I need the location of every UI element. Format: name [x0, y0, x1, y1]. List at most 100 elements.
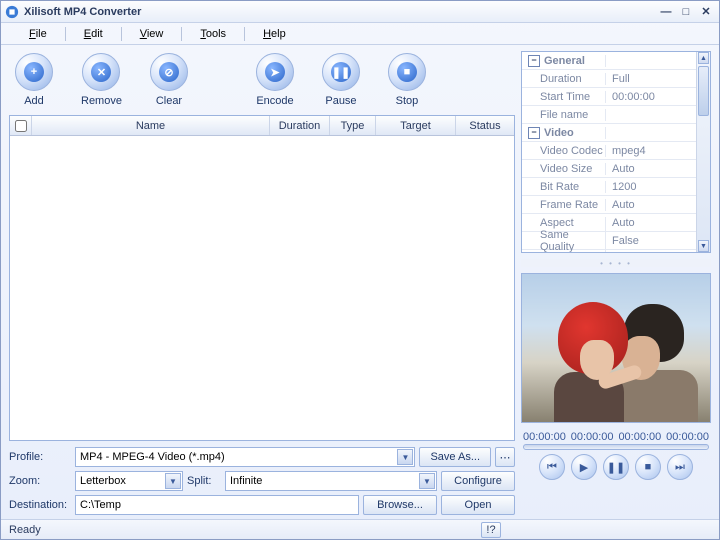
- menu-edit[interactable]: Edit: [74, 26, 113, 42]
- split-select[interactable]: Infinite▼: [225, 471, 437, 491]
- minimize-button[interactable]: —: [657, 5, 675, 19]
- time-1: 00:00:00: [571, 431, 614, 443]
- scrollbar-thumb[interactable]: [698, 66, 709, 116]
- menu-file[interactable]: File: [19, 26, 57, 42]
- menu-help[interactable]: Help: [253, 26, 296, 42]
- stop-icon: ■: [645, 461, 652, 473]
- prev-button[interactable]: ⏮: [539, 454, 565, 480]
- profile-label: Profile:: [9, 451, 71, 463]
- properties-panel: −General DurationFull Start Time00:00:00…: [521, 51, 711, 253]
- stop-icon: ■: [404, 66, 411, 78]
- stop-preview-button[interactable]: ■: [635, 454, 661, 480]
- add-button[interactable]: +Add: [15, 53, 53, 107]
- pause-preview-button[interactable]: ❚❚: [603, 454, 629, 480]
- menu-tools[interactable]: Tools: [190, 26, 236, 42]
- menu-separator: [121, 27, 122, 41]
- col-status[interactable]: Status: [456, 116, 514, 135]
- time-ruler: 00:00:00 00:00:00 00:00:00 00:00:00: [521, 429, 711, 443]
- save-as-button[interactable]: Save As...: [419, 447, 491, 467]
- stop-button[interactable]: ■Stop: [388, 53, 426, 107]
- pause-button[interactable]: ❚❚Pause: [322, 53, 360, 107]
- close-button[interactable]: ✕: [697, 5, 715, 19]
- col-type[interactable]: Type: [330, 116, 376, 135]
- destination-label: Destination:: [9, 499, 71, 511]
- chevron-down-icon: ▼: [397, 449, 413, 465]
- maximize-button[interactable]: □: [677, 5, 695, 19]
- seek-slider[interactable]: [523, 444, 709, 450]
- menu-separator: [181, 27, 182, 41]
- profile-select[interactable]: MP4 - MPEG-4 Video (*.mp4)▼: [75, 447, 415, 467]
- prop-group-video[interactable]: −Video: [522, 124, 710, 142]
- toolbar: +Add ✕Remove ⊘Clear ➤Encode ❚❚Pause ■Sto…: [9, 51, 515, 115]
- clear-button[interactable]: ⊘Clear: [150, 53, 188, 107]
- destination-input[interactable]: C:\Temp: [75, 495, 359, 515]
- prop-file-name[interactable]: File name: [522, 106, 710, 124]
- zoom-select[interactable]: Letterbox▼: [75, 471, 183, 491]
- menu-separator: [244, 27, 245, 41]
- x-icon: ✕: [97, 66, 106, 79]
- col-duration[interactable]: Duration: [270, 116, 330, 135]
- right-pane: −General DurationFull Start Time00:00:00…: [521, 51, 711, 515]
- left-pane: +Add ✕Remove ⊘Clear ➤Encode ❚❚Pause ■Sto…: [9, 51, 515, 515]
- encode-icon: ➤: [270, 66, 279, 79]
- prop-video-size[interactable]: Video SizeAuto: [522, 160, 710, 178]
- scroll-up-icon[interactable]: ▲: [698, 52, 709, 64]
- splitter-grip[interactable]: • • • •: [521, 259, 711, 267]
- col-name[interactable]: Name: [32, 116, 270, 135]
- open-button[interactable]: Open: [441, 495, 515, 515]
- zoom-label: Zoom:: [9, 475, 71, 487]
- prop-same-quality[interactable]: Same QualityFalse: [522, 232, 710, 250]
- play-icon: ▶: [580, 461, 588, 474]
- time-2: 00:00:00: [618, 431, 661, 443]
- statusbar: Ready !?: [1, 519, 719, 539]
- file-list: Name Duration Type Target Status: [9, 115, 515, 441]
- browse-button[interactable]: Browse...: [363, 495, 437, 515]
- split-label: Split:: [187, 475, 221, 487]
- profile-more-button[interactable]: ⋯: [495, 447, 515, 467]
- prop-start-time[interactable]: Start Time00:00:00: [522, 88, 710, 106]
- playback-controls: ⏮ ▶ ❚❚ ■ ⏭: [521, 454, 711, 480]
- prop-bit-rate[interactable]: Bit Rate1200: [522, 178, 710, 196]
- settings-form: Profile: MP4 - MPEG-4 Video (*.mp4)▼ Sav…: [9, 447, 515, 515]
- remove-button[interactable]: ✕Remove: [81, 53, 122, 107]
- time-0: 00:00:00: [523, 431, 566, 443]
- clear-icon: ⊘: [164, 66, 173, 79]
- titlebar: Xilisoft MP4 Converter — □ ✕: [1, 1, 719, 23]
- app-title: Xilisoft MP4 Converter: [24, 6, 655, 18]
- plus-icon: +: [31, 66, 37, 78]
- prop-group-general[interactable]: −General: [522, 52, 710, 70]
- pause-icon: ❚❚: [607, 461, 625, 474]
- app-window: Xilisoft MP4 Converter — □ ✕ File Edit V…: [0, 0, 720, 540]
- time-3: 00:00:00: [666, 431, 709, 443]
- prop-duration[interactable]: DurationFull: [522, 70, 710, 88]
- content-area: +Add ✕Remove ⊘Clear ➤Encode ❚❚Pause ■Sto…: [1, 45, 719, 519]
- status-text: Ready: [9, 524, 41, 536]
- skip-forward-icon: ⏭: [675, 461, 685, 474]
- pause-icon: ❚❚: [332, 66, 350, 79]
- play-button[interactable]: ▶: [571, 454, 597, 480]
- prop-video-codec[interactable]: Video Codecmpeg4: [522, 142, 710, 160]
- menu-separator: [65, 27, 66, 41]
- list-header: Name Duration Type Target Status: [10, 116, 514, 136]
- col-checkbox[interactable]: [10, 116, 32, 135]
- select-all-checkbox[interactable]: [15, 120, 27, 132]
- help-icon: !?: [486, 524, 495, 536]
- prop-frame-rate[interactable]: Frame RateAuto: [522, 196, 710, 214]
- app-icon: [5, 5, 19, 19]
- next-button[interactable]: ⏭: [667, 454, 693, 480]
- skip-back-icon: ⏮: [547, 461, 557, 474]
- preview-pane: [521, 273, 711, 423]
- help-button[interactable]: !?: [481, 522, 501, 538]
- configure-button[interactable]: Configure: [441, 471, 515, 491]
- scroll-down-icon[interactable]: ▼: [698, 240, 709, 252]
- col-target[interactable]: Target: [376, 116, 456, 135]
- menubar: File Edit View Tools Help: [1, 23, 719, 45]
- collapse-icon[interactable]: −: [528, 127, 540, 139]
- encode-button[interactable]: ➤Encode: [256, 53, 294, 107]
- list-body[interactable]: [10, 136, 514, 440]
- menu-view[interactable]: View: [130, 26, 174, 42]
- collapse-icon[interactable]: −: [528, 55, 540, 67]
- properties-scrollbar[interactable]: ▲ ▼: [696, 52, 710, 252]
- chevron-down-icon: ▼: [165, 473, 181, 489]
- chevron-down-icon: ▼: [419, 473, 435, 489]
